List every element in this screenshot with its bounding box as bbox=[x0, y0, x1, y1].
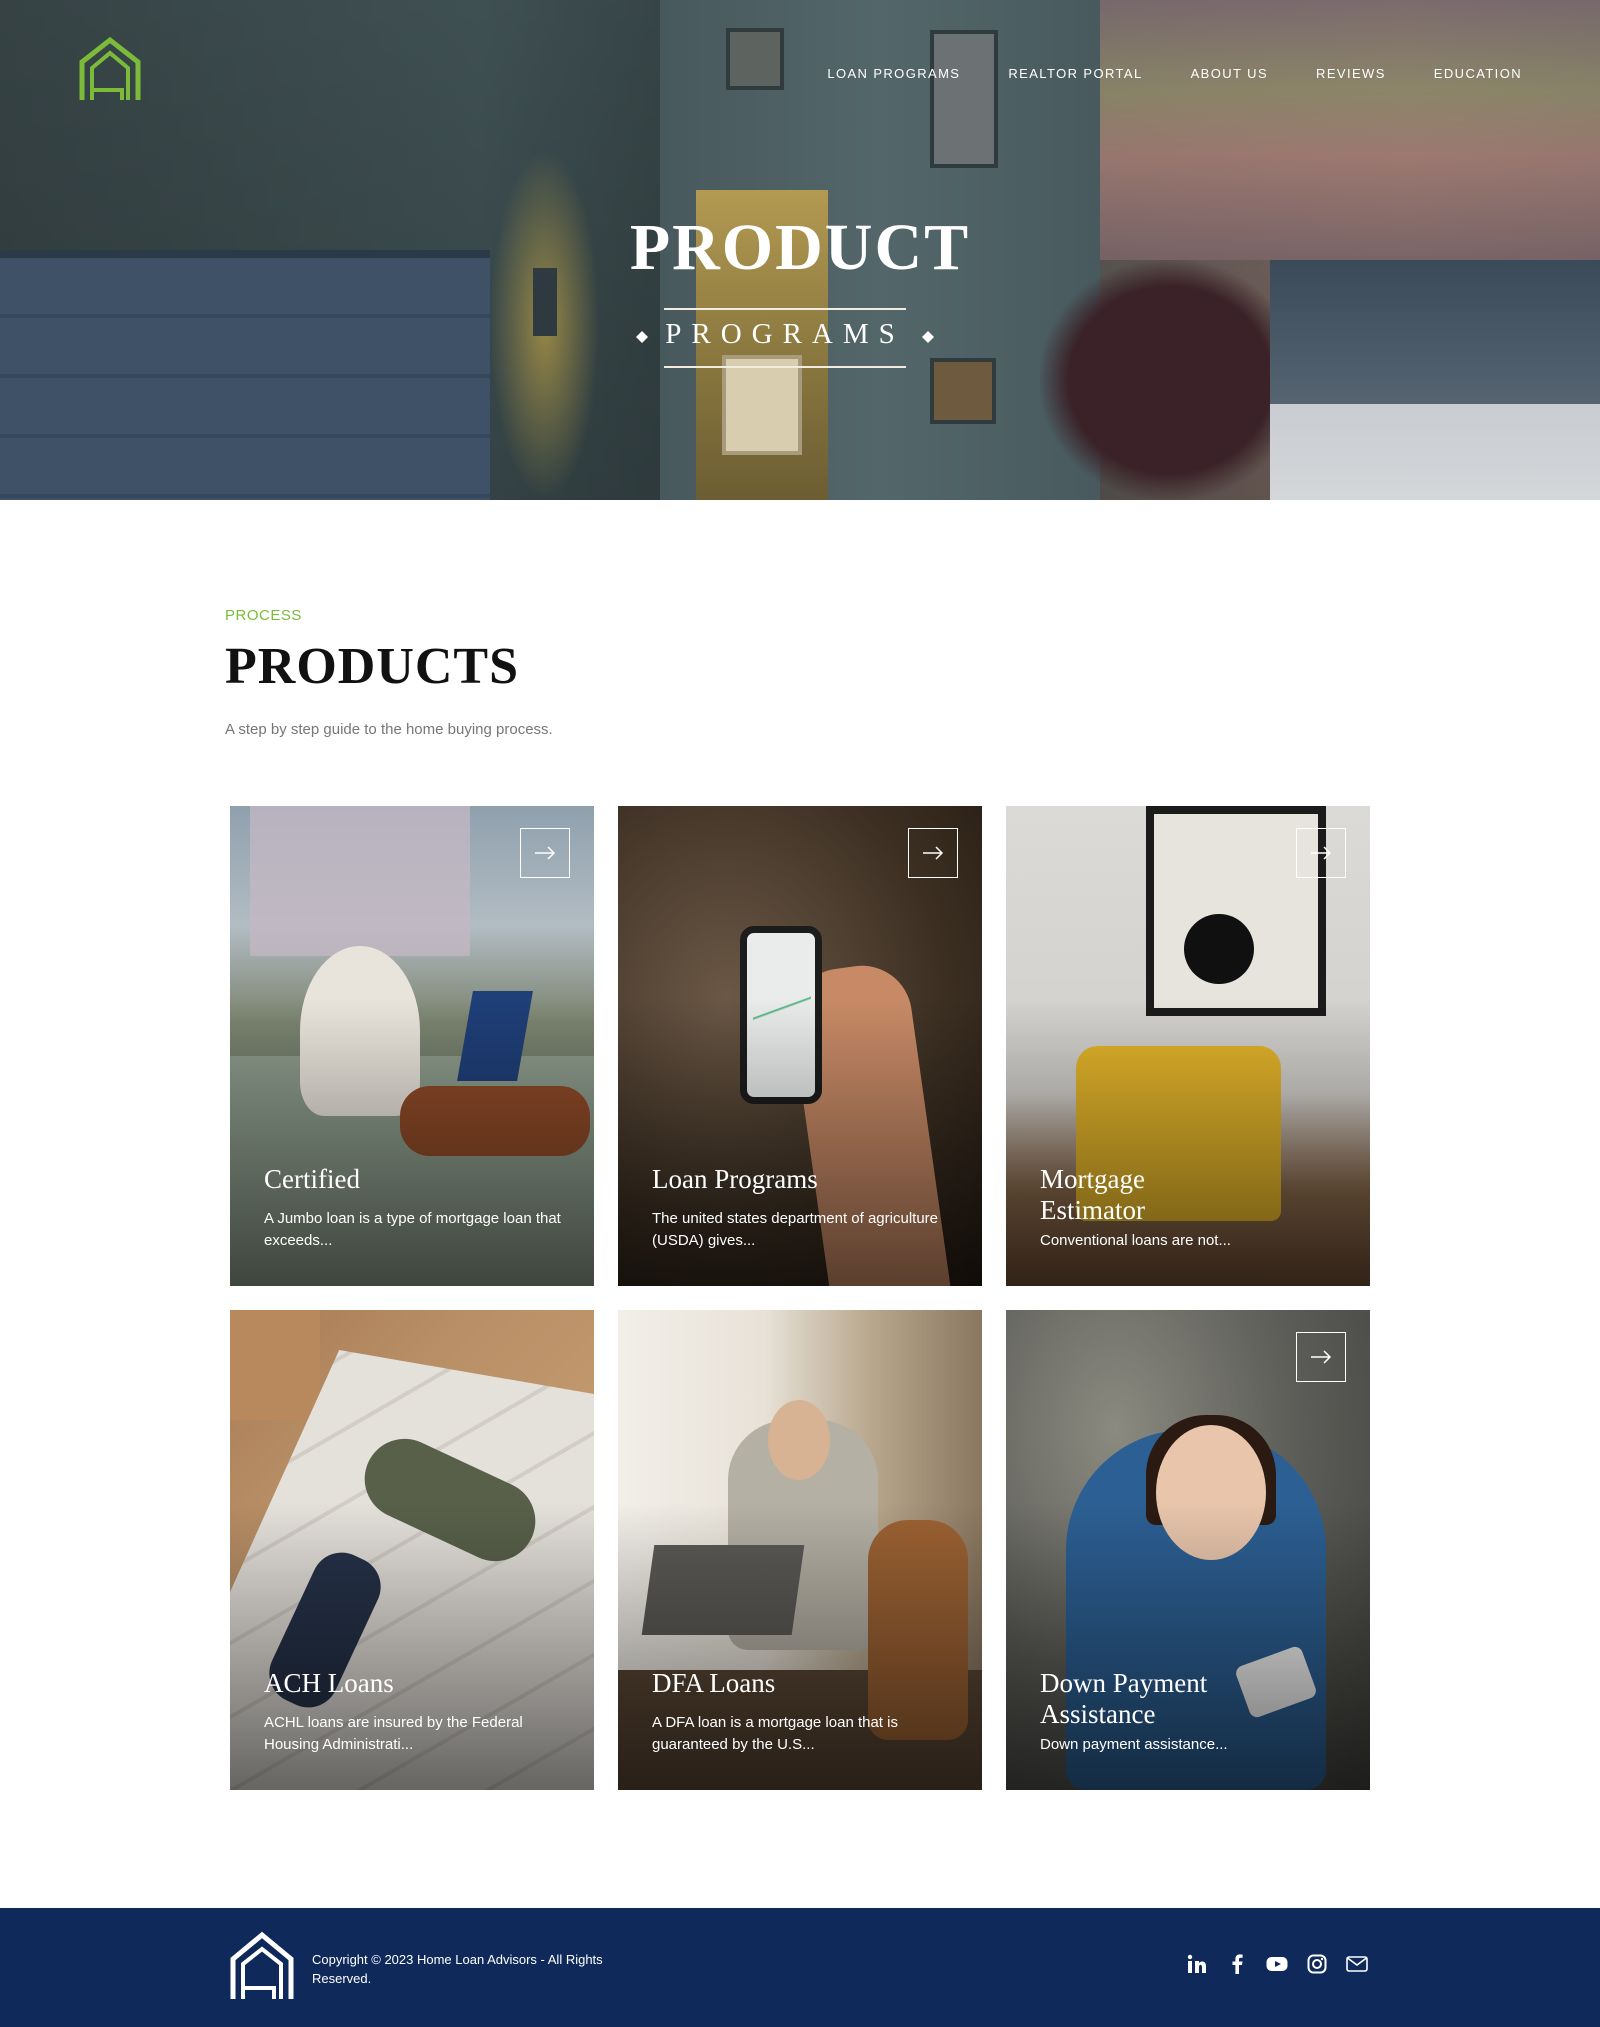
hero-subtitle-block: PROGRAMS bbox=[634, 308, 936, 368]
nav-item-loan-programs[interactable]: LOAN PROGRAMS bbox=[827, 66, 960, 81]
card-text: A Jumbo loan is a type of mortgage loan … bbox=[264, 1210, 561, 1249]
product-card-ach-loans[interactable]: ACH Loans ACHL loans are insured by the … bbox=[230, 1310, 594, 1790]
site-footer: Copyright © 2023 Home Loan Advisors - Al… bbox=[0, 1908, 1600, 2027]
section-eyebrow: PROCESS bbox=[225, 607, 302, 624]
nav-item-realtor-portal[interactable]: REALTOR PORTAL bbox=[1008, 66, 1142, 81]
card-title: ACH Loans bbox=[264, 1668, 394, 1698]
card-title: Loan Programs bbox=[652, 1164, 818, 1194]
card-arrow-button[interactable] bbox=[1296, 1332, 1346, 1382]
card-title: DFA Loans bbox=[652, 1668, 776, 1698]
nav-item-reviews[interactable]: REVIEWS bbox=[1316, 66, 1386, 81]
card-photo-box bbox=[230, 1310, 320, 1420]
facebook-icon[interactable] bbox=[1226, 1953, 1248, 1975]
linkedin-icon[interactable] bbox=[1186, 1953, 1208, 1975]
main-nav: LOAN PROGRAMS REALTOR PORTAL ABOUT US RE… bbox=[827, 66, 1522, 81]
product-card-certified[interactable]: Certified A Jumbo loan is a type of mort… bbox=[230, 806, 594, 1286]
section-title: PRODUCTS bbox=[225, 638, 520, 695]
hero-window bbox=[930, 30, 998, 168]
email-icon[interactable] bbox=[1346, 1953, 1368, 1975]
card-photo-art bbox=[1184, 914, 1254, 984]
product-card-mortgage-estimator[interactable]: Mortgage Estimator Conventional loans ar… bbox=[1006, 806, 1370, 1286]
hero-garage-door bbox=[0, 250, 490, 500]
youtube-icon[interactable] bbox=[1266, 1953, 1288, 1975]
card-arrow-button[interactable] bbox=[520, 828, 570, 878]
hero-tree bbox=[1040, 260, 1300, 500]
card-photo-building bbox=[250, 806, 470, 956]
nav-item-education[interactable]: EDUCATION bbox=[1434, 66, 1522, 81]
nav-item-about-us[interactable]: ABOUT US bbox=[1191, 66, 1268, 81]
arrow-right-icon bbox=[923, 846, 944, 860]
diamond-icon bbox=[922, 331, 934, 343]
copyright-text: Copyright © 2023 Home Loan Advisors - Al… bbox=[312, 1952, 603, 1986]
home-logo-icon[interactable] bbox=[230, 1931, 294, 2001]
hero-window bbox=[726, 28, 784, 90]
hero-front-door bbox=[722, 355, 802, 455]
hero-banner: LOAN PROGRAMS REALTOR PORTAL ABOUT US RE… bbox=[0, 0, 1600, 500]
card-title: Certified bbox=[264, 1164, 360, 1194]
card-text: Conventional loans are not... bbox=[1040, 1232, 1231, 1249]
card-text: Down payment assistance... bbox=[1040, 1736, 1228, 1753]
home-logo-icon[interactable] bbox=[78, 36, 142, 102]
arrow-right-icon bbox=[535, 846, 556, 860]
product-card-dfa-loans[interactable]: DFA Loans A DFA loan is a mortgage loan … bbox=[618, 1310, 982, 1790]
arrow-right-icon bbox=[1311, 1350, 1332, 1364]
card-arrow-button[interactable] bbox=[1296, 828, 1346, 878]
card-arrow-button[interactable] bbox=[908, 828, 958, 878]
social-links bbox=[1186, 1953, 1368, 1975]
divider bbox=[664, 308, 906, 310]
card-text: ACHL loans are insured by the Federal Ho… bbox=[264, 1714, 523, 1753]
section-description: A step by step guide to the home buying … bbox=[225, 721, 553, 738]
hero-subtitle: PROGRAMS bbox=[665, 318, 905, 350]
card-title: Down Payment Assistance bbox=[1040, 1668, 1208, 1729]
card-text: The united states department of agricult… bbox=[652, 1210, 938, 1249]
arrow-right-icon bbox=[1311, 846, 1332, 860]
card-photo-person bbox=[768, 1400, 830, 1480]
divider bbox=[664, 366, 906, 368]
card-title: Mortgage Estimator bbox=[1040, 1164, 1145, 1225]
card-text: A DFA loan is a mortgage loan that is gu… bbox=[652, 1714, 898, 1753]
instagram-icon[interactable] bbox=[1306, 1953, 1328, 1975]
hero-neighbor-houses bbox=[1270, 260, 1600, 500]
hero-window bbox=[930, 358, 996, 424]
hero-title: PRODUCT bbox=[629, 211, 971, 284]
product-card-loan-programs[interactable]: Loan Programs The united states departme… bbox=[618, 806, 982, 1286]
product-card-down-payment-assistance[interactable]: Down Payment Assistance Down payment ass… bbox=[1006, 1310, 1370, 1790]
